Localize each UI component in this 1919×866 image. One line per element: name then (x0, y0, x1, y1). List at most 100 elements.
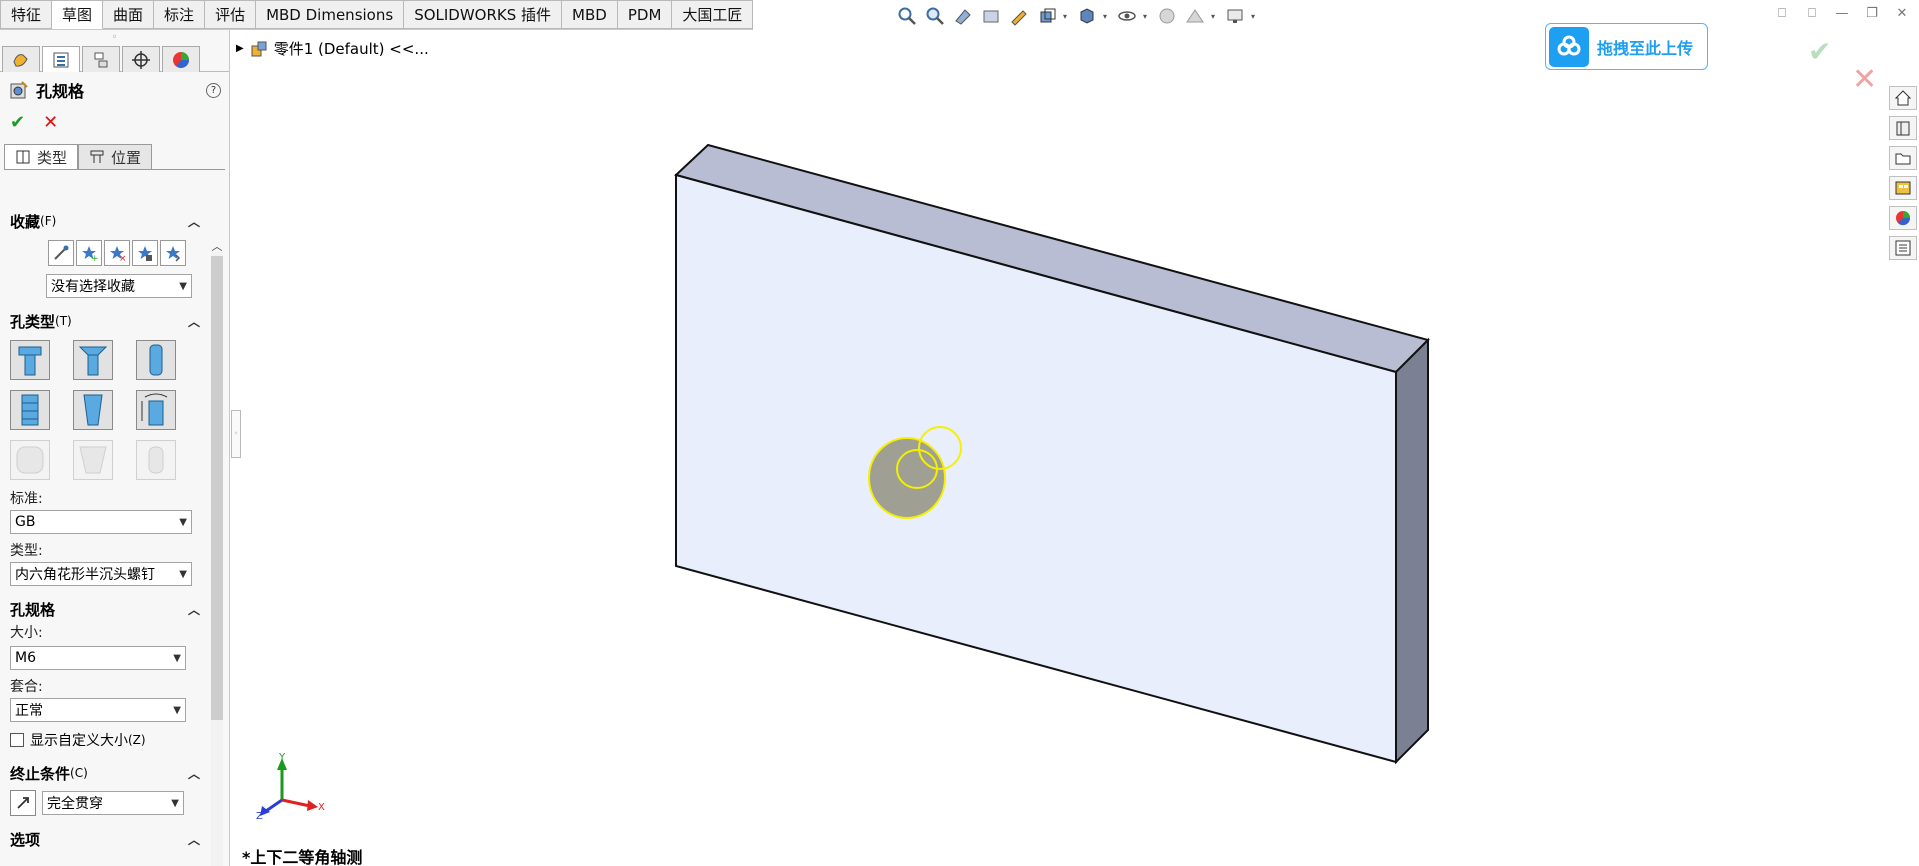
save-favorite-icon[interactable] (132, 240, 158, 266)
file-explorer-icon[interactable] (1889, 146, 1917, 170)
straight-tap-icon[interactable] (10, 390, 50, 430)
tab-pdm[interactable]: PDM (617, 0, 673, 29)
standard-select[interactable]: GB ▼ (10, 510, 192, 534)
zoom-to-area-icon[interactable] (923, 4, 947, 28)
fit-select[interactable]: 正常 ▼ (10, 698, 186, 722)
configuration-manager-tab[interactable] (82, 46, 120, 72)
end-condition-select[interactable]: 完全贯穿 ▼ (42, 791, 184, 815)
ok-button[interactable]: ✔ (10, 112, 25, 133)
property-list-icon (53, 52, 69, 67)
custom-size-row[interactable]: 显示自定义大小 (Z) (0, 728, 210, 752)
manager-tabs (0, 46, 229, 72)
options-title: 选项 (10, 830, 41, 849)
feature-tree-flyout[interactable]: ▶ 零件1 (Default) <<... (236, 38, 429, 59)
tab-evaluate[interactable]: 评估 (205, 0, 257, 29)
chevron-up-icon[interactable]: ︿ (188, 765, 200, 782)
chevron-down-icon[interactable]: ▾ (1063, 4, 1071, 28)
zoom-to-fit-icon[interactable] (895, 4, 919, 28)
panel-grip-icon[interactable]: ◦ (0, 30, 229, 46)
view-settings-icon[interactable] (1223, 4, 1247, 28)
hole-type-icon (16, 150, 30, 164)
svg-text:+: + (91, 254, 98, 262)
favorites-section-header[interactable]: 收藏 (F) ︿ (0, 208, 210, 234)
reverse-direction-button[interactable] (10, 790, 36, 816)
apply-scene-icon[interactable] (1183, 4, 1207, 28)
hole-tabs: 类型 位置 (4, 144, 225, 170)
chevron-down-icon[interactable]: ▾ (1103, 4, 1111, 28)
custom-properties-icon[interactable] (1889, 236, 1917, 260)
chevron-up-icon[interactable]: ︿ (188, 313, 200, 330)
plate-side-face[interactable] (1395, 337, 1429, 765)
dimxpert-manager-tab[interactable] (122, 46, 160, 72)
panel-scrollbar[interactable]: ︿ ﹀ (209, 238, 225, 866)
tapered-tap-icon[interactable] (73, 390, 113, 430)
tab-solidworks-addins[interactable]: SOLIDWORKS 插件 (404, 0, 563, 29)
chevron-down-icon[interactable]: ▾ (1251, 4, 1259, 28)
section-view-icon[interactable] (979, 4, 1003, 28)
favorites-select[interactable]: 没有选择收藏 ▼ (46, 274, 192, 298)
size-select[interactable]: M6 ▼ (10, 646, 186, 670)
apply-defaults-icon[interactable] (48, 240, 74, 266)
tab-mbd[interactable]: MBD (562, 0, 618, 29)
tab-features[interactable]: 特征 (0, 0, 53, 29)
size-label: 大小: (10, 625, 43, 641)
hole-wizard-icon (10, 81, 28, 99)
tab-markup[interactable]: 标注 (154, 0, 206, 29)
simple-hole-icon[interactable] (136, 340, 176, 380)
tile-left-icon[interactable]: ⎕ (1773, 6, 1791, 21)
delete-favorite-icon[interactable]: × (104, 240, 130, 266)
options-section-header[interactable]: 选项 ︿ (0, 826, 210, 852)
scroll-thumb[interactable] (211, 256, 223, 720)
window-controls: ⎕ ⎕ — ❐ ✕ (1773, 6, 1911, 21)
chevron-up-icon[interactable]: ︿ (188, 213, 200, 230)
restore-icon[interactable]: ❐ (1863, 6, 1881, 21)
hide-show-items-icon[interactable] (1115, 4, 1139, 28)
favorites-title: 收藏 (10, 212, 41, 231)
tree-expand-icon[interactable]: ▶ (236, 43, 244, 54)
reverse-direction-icon (17, 797, 29, 809)
chevron-up-icon[interactable]: ︿ (188, 831, 200, 848)
design-library-icon[interactable] (1889, 116, 1917, 140)
type-select[interactable]: 内六角花形半沉头螺钉 ▼ (10, 562, 192, 586)
tab-daguo-gongjiang[interactable]: 大国工匠 (672, 0, 754, 29)
display-manager-tab[interactable] (162, 46, 200, 72)
tab-sketch[interactable]: 草图 (52, 0, 104, 29)
appearances-icon[interactable] (1889, 206, 1917, 230)
view-orientation-icon[interactable] (1035, 4, 1059, 28)
hole-spec-section-header[interactable]: 孔规格 ︿ (0, 596, 210, 622)
countersink-slot-icon (73, 440, 113, 480)
property-manager-panel: ◦ 孔规格 ? ✔ ✕ 类型 位置 收藏 (F) ︿ + × 没有选择收藏 ▼ … (0, 30, 230, 866)
tab-mbd-dimensions[interactable]: MBD Dimensions (256, 0, 405, 29)
minimize-icon[interactable]: — (1833, 6, 1851, 21)
cancel-button[interactable]: ✕ (43, 112, 58, 133)
tab-type[interactable]: 类型 (4, 144, 79, 169)
dynamic-annotation-icon[interactable] (1007, 4, 1031, 28)
hole-type-section-header[interactable]: 孔类型 (T) ︿ (0, 308, 210, 334)
home-icon[interactable] (1889, 86, 1917, 110)
custom-size-checkbox[interactable] (10, 733, 24, 747)
previous-view-icon[interactable] (951, 4, 975, 28)
chevron-down-icon: ▼ (173, 652, 181, 664)
close-icon[interactable]: ✕ (1893, 6, 1911, 21)
graphics-area[interactable]: Y X Z (242, 60, 1882, 860)
property-manager-tab[interactable] (42, 46, 80, 72)
end-condition-section-header[interactable]: 终止条件 (C) ︿ (0, 760, 210, 786)
tab-surfaces[interactable]: 曲面 (103, 0, 155, 29)
display-style-icon[interactable] (1075, 4, 1099, 28)
chevron-down-icon[interactable]: ▾ (1143, 4, 1151, 28)
tile-right-icon[interactable]: ⎕ (1803, 6, 1821, 21)
edit-appearance-icon[interactable] (1155, 4, 1179, 28)
panel-splitter[interactable]: ◦ (231, 410, 241, 458)
help-icon[interactable]: ? (206, 82, 221, 98)
tab-position[interactable]: 位置 (78, 144, 153, 169)
chevron-up-icon[interactable]: ︿ (188, 601, 200, 618)
view-palette-icon[interactable] (1889, 176, 1917, 200)
counterbore-icon[interactable] (10, 340, 50, 380)
add-favorite-icon[interactable]: + (76, 240, 102, 266)
legacy-hole-icon[interactable] (136, 390, 176, 430)
feature-manager-tab[interactable] (2, 46, 40, 72)
countersink-icon[interactable] (73, 340, 113, 380)
tab-type-label: 类型 (37, 148, 68, 167)
chevron-down-icon[interactable]: ▾ (1211, 4, 1219, 28)
load-favorite-icon[interactable] (160, 240, 186, 266)
